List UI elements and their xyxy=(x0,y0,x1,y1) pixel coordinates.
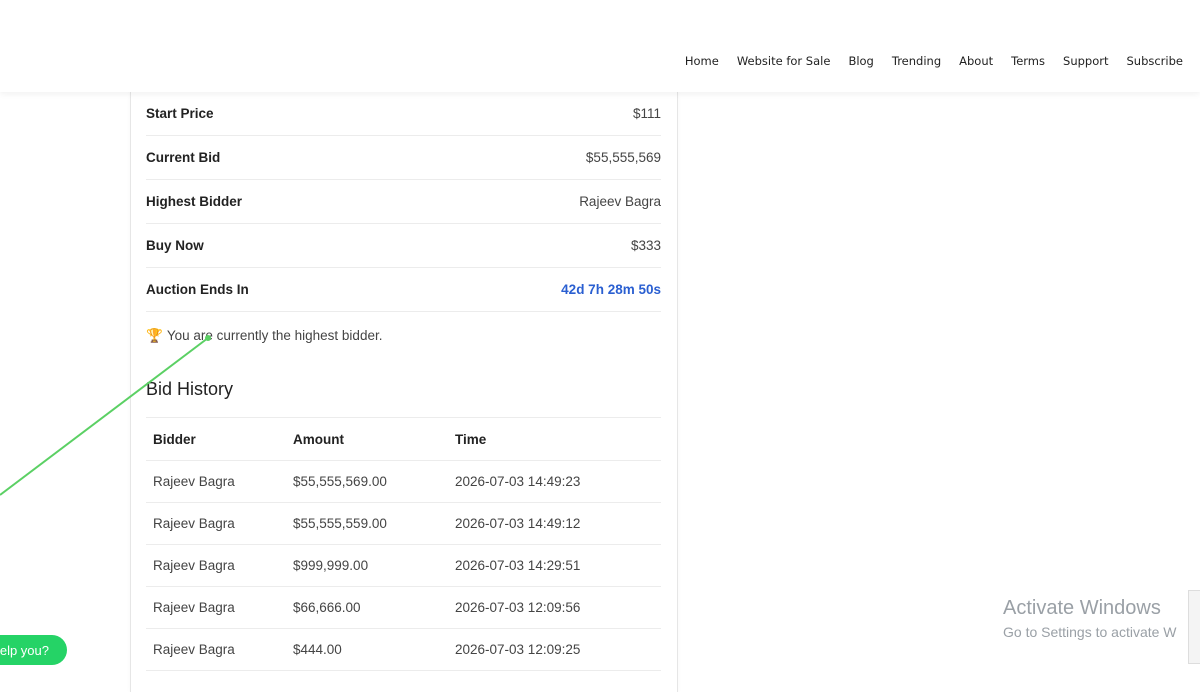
table-header: Bidder Amount Time xyxy=(146,418,661,461)
bidder-cell: Rajeev Bagra xyxy=(153,516,235,531)
table-row: Rajeev Bagra $55,555,559.00 2026-07-03 1… xyxy=(146,503,661,545)
nav-terms[interactable]: Terms xyxy=(1011,54,1045,68)
status-text: You are currently the highest bidder. xyxy=(166,328,383,343)
column-header-time: Time xyxy=(455,431,487,447)
bid-history-table: Bidder Amount Time Rajeev Bagra $55,555,… xyxy=(146,417,661,671)
time-cell: 2026-07-03 12:09:56 xyxy=(455,600,581,615)
countdown-timer: 42d 7h 28m 50s xyxy=(561,282,661,297)
nav-support[interactable]: Support xyxy=(1063,54,1108,68)
current-bid-value: $55,555,569 xyxy=(585,150,661,165)
amount-cell: $55,555,569.00 xyxy=(293,474,387,489)
column-header-amount: Amount xyxy=(293,431,344,447)
start-price-value: $111 xyxy=(632,106,661,121)
time-cell: 2026-07-03 14:49:12 xyxy=(455,516,581,531)
current-bid-label: Current Bid xyxy=(146,150,221,165)
highest-bidder-label: Highest Bidder xyxy=(146,194,243,209)
bidder-cell: Rajeev Bagra xyxy=(153,474,235,489)
main-nav: Home Website for Sale Blog Trending Abou… xyxy=(667,54,1183,68)
bidder-status-message: 🏆 You are currently the highest bidder. xyxy=(146,328,382,344)
bidder-cell: Rajeev Bagra xyxy=(153,558,235,573)
bidder-cell: Rajeev Bagra xyxy=(153,600,235,615)
nav-trending[interactable]: Trending xyxy=(892,54,941,68)
trophy-icon: 🏆 xyxy=(146,328,163,343)
amount-cell: $66,666.00 xyxy=(293,600,361,615)
bidder-cell: Rajeev Bagra xyxy=(153,642,235,657)
auction-ends-row: Auction Ends In 42d 7h 28m 50s xyxy=(146,268,661,312)
amount-cell: $444.00 xyxy=(293,642,342,657)
start-price-row: Start Price $111 xyxy=(146,92,661,136)
current-bid-row: Current Bid $55,555,569 xyxy=(146,136,661,180)
table-row: Rajeev Bagra $444.00 2026-07-03 12:09:25 xyxy=(146,629,661,671)
activate-windows-subtitle: Go to Settings to activate W xyxy=(1003,624,1177,640)
amount-cell: $55,555,559.00 xyxy=(293,516,387,531)
side-widget-tab[interactable] xyxy=(1188,590,1200,664)
table-row: Rajeev Bagra $66,666.00 2026-07-03 12:09… xyxy=(146,587,661,629)
nav-about[interactable]: About xyxy=(959,54,993,68)
chat-help-button[interactable]: elp you? xyxy=(0,635,67,665)
auction-card: Start Price $111 Current Bid $55,555,569… xyxy=(130,92,678,692)
time-cell: 2026-07-03 14:29:51 xyxy=(455,558,581,573)
column-header-bidder: Bidder xyxy=(153,431,196,447)
nav-blog[interactable]: Blog xyxy=(848,54,873,68)
nav-subscribe[interactable]: Subscribe xyxy=(1126,54,1183,68)
auction-ends-label: Auction Ends In xyxy=(146,282,249,297)
amount-cell: $999,999.00 xyxy=(293,558,369,573)
bid-history-title: Bid History xyxy=(146,379,234,399)
auction-info-table: Start Price $111 Current Bid $55,555,569… xyxy=(146,92,661,312)
highest-bidder-value: Rajeev Bagra xyxy=(579,194,661,209)
buy-now-label: Buy Now xyxy=(146,238,204,253)
nav-home[interactable]: Home xyxy=(685,54,719,68)
windows-activation-watermark: Activate Windows Go to Settings to activ… xyxy=(1003,597,1177,640)
highest-bidder-row: Highest Bidder Rajeev Bagra xyxy=(146,180,661,224)
table-row: Rajeev Bagra $55,555,569.00 2026-07-03 1… xyxy=(146,461,661,503)
activate-windows-title: Activate Windows xyxy=(1003,597,1161,619)
buy-now-value: $333 xyxy=(630,238,661,253)
time-cell: 2026-07-03 14:49:23 xyxy=(455,474,581,489)
time-cell: 2026-07-03 12:09:25 xyxy=(455,642,581,657)
start-price-label: Start Price xyxy=(146,106,214,121)
table-row: Rajeev Bagra $999,999.00 2026-07-03 14:2… xyxy=(146,545,661,587)
buy-now-row: Buy Now $333 xyxy=(146,224,661,268)
site-header: Home Website for Sale Blog Trending Abou… xyxy=(0,0,1200,92)
nav-website-for-sale[interactable]: Website for Sale xyxy=(737,54,831,68)
